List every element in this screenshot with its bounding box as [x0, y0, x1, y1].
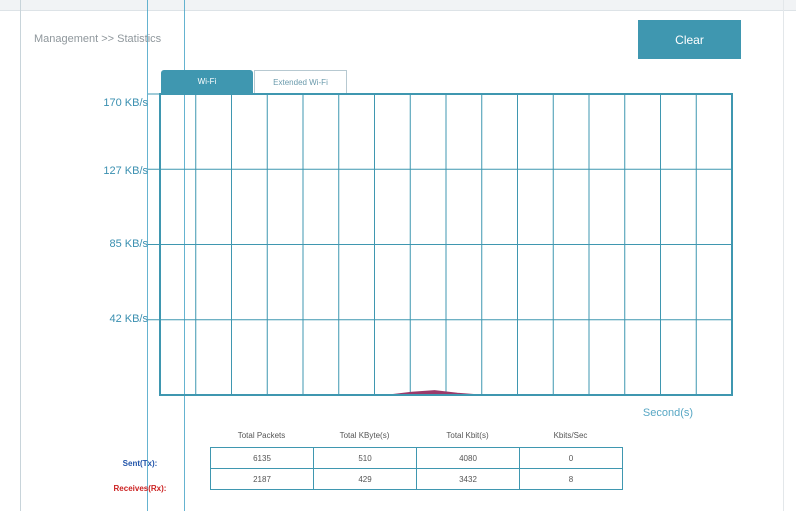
row-label-sent: Sent(Tx):	[122, 459, 158, 468]
column-header: Total Packets	[237, 431, 286, 440]
table-cell: 429	[313, 468, 417, 490]
table-cell: 0	[519, 447, 623, 469]
table-row: 6135 510 4080 0	[210, 447, 623, 469]
table-cell: 510	[313, 447, 417, 469]
table-cell: 2187	[210, 468, 314, 490]
table-cell: 4080	[416, 447, 520, 469]
table-cell: 6135	[210, 447, 314, 469]
column-header: Kbits/Sec	[553, 431, 588, 440]
column-header: Total Kbit(s)	[446, 431, 489, 440]
column-header: Total KByte(s)	[339, 431, 390, 440]
x-axis-label: Second(s)	[642, 407, 694, 419]
stats-table: 6135 510 4080 0 2187 429 3432 8	[210, 447, 623, 490]
table-cell: 3432	[416, 468, 520, 490]
table-row: 2187 429 3432 8	[210, 468, 623, 490]
table-cell: 8	[519, 468, 623, 490]
row-label-receives: Receives(Rx):	[113, 484, 167, 493]
